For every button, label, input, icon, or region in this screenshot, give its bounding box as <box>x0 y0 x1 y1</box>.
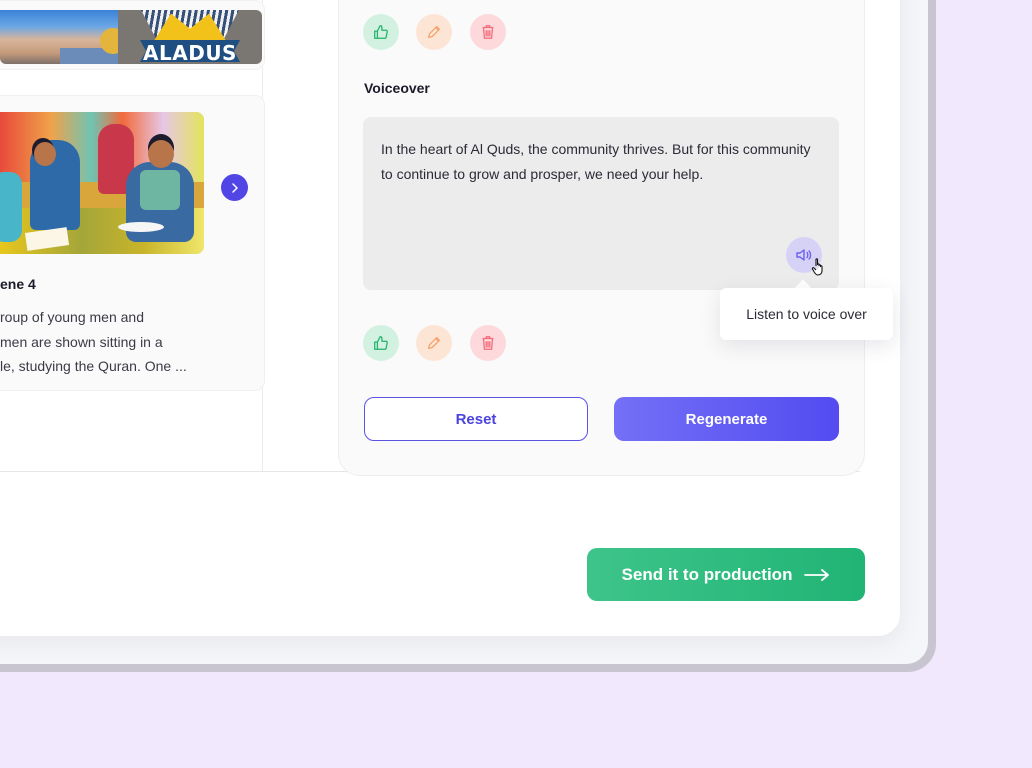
like-button[interactable] <box>363 14 399 50</box>
send-to-production-label: Send it to production <box>621 564 793 584</box>
pencil-icon <box>427 25 441 39</box>
scene-description: roup of young men and men are shown sitt… <box>0 309 187 374</box>
voiceover-textarea[interactable]: In the heart of Al Quds, the community t… <box>363 117 839 290</box>
city-thumbnail-image <box>0 10 118 64</box>
trash-icon <box>482 336 494 350</box>
hand-cursor-icon <box>811 258 823 276</box>
edit-button[interactable] <box>416 14 452 50</box>
logo-thumbnail-image: ALADUS <box>118 10 262 64</box>
thumbs-up-icon <box>374 25 388 39</box>
arrow-right-icon <box>804 568 830 581</box>
next-scene-button[interactable] <box>221 174 248 201</box>
pencil-icon <box>427 336 441 350</box>
send-to-production-button[interactable]: Send it to production <box>587 548 865 601</box>
listen-tooltip: Listen to voice over <box>720 288 893 340</box>
voiceover-label: Voiceover <box>364 80 430 96</box>
thumbs-up-icon <box>374 336 388 350</box>
voiceover-edit-button[interactable] <box>416 325 452 361</box>
delete-button[interactable] <box>470 14 506 50</box>
voiceover-like-button[interactable] <box>363 325 399 361</box>
scene-title: ene 4 <box>0 276 36 292</box>
chevron-right-icon <box>231 182 238 193</box>
trash-icon <box>482 25 494 39</box>
reset-button[interactable]: Reset <box>364 397 588 441</box>
logo-text: ALADUS <box>143 41 237 64</box>
regenerate-button[interactable]: Regenerate <box>614 397 839 441</box>
voiceover-text[interactable]: In the heart of Al Quds, the community t… <box>381 137 821 186</box>
voiceover-delete-button[interactable] <box>470 325 506 361</box>
scene-image <box>0 112 204 254</box>
